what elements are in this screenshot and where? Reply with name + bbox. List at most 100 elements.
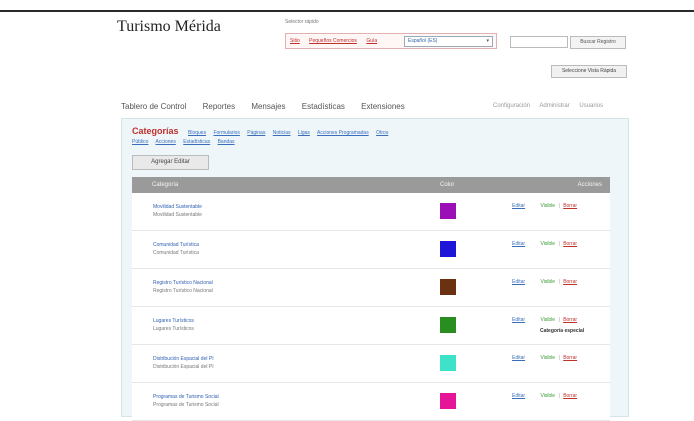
row-actions: Editar Visible | Borrar (512, 355, 577, 361)
edit-link[interactable]: Editar (512, 355, 525, 361)
category-name-link[interactable]: Movilidad Sustentable (153, 204, 202, 210)
color-swatch (440, 241, 456, 257)
category-description: Comunidad Turística (153, 250, 199, 256)
link-publico[interactable]: Público (132, 139, 148, 145)
chevron-down-icon: ▾ (486, 38, 489, 44)
language-select-value: Español (ES) (408, 38, 438, 44)
visible-toggle[interactable]: Visible (540, 279, 555, 285)
link-bloques[interactable]: Bloques (188, 130, 206, 136)
row-actions: Editar Visible | Borrar (512, 279, 577, 285)
table-row: Registro Turístico Nacional Registro Tur… (132, 269, 610, 307)
col-header-color: Color (440, 182, 455, 188)
table-row: Programas de Turismo Social Programas de… (132, 383, 610, 421)
category-description: Programas de Turismo Social (153, 402, 219, 408)
action-separator: | (558, 355, 560, 361)
category-description: Registro Turístico Nacional (153, 288, 213, 294)
link-paginas[interactable]: Páginas (247, 130, 265, 136)
link-guia[interactable]: Guía (366, 38, 377, 44)
category-name-link[interactable]: Lugares Turísticos (153, 318, 194, 324)
quick-view-button[interactable]: Seleccione Vista Rápida (551, 65, 627, 78)
nav-administrar[interactable]: Administrar (539, 103, 569, 109)
link-acciones-programadas[interactable]: Acciones Programadas (317, 130, 369, 136)
color-swatch (440, 317, 456, 333)
category-name-link[interactable]: Distribución Espacial del PI (153, 356, 214, 362)
link-ligas[interactable]: Ligas (298, 130, 310, 136)
table-row: Comunidad Turística Comunidad Turística … (132, 231, 610, 269)
edit-link[interactable]: Editar (512, 279, 525, 285)
visible-toggle[interactable]: Visible (540, 317, 555, 323)
edit-link[interactable]: Editar (512, 241, 525, 247)
categories-table-body: Movilidad Sustentable Movilidad Sustenta… (132, 193, 610, 421)
nav-configuracion[interactable]: Configuración (493, 103, 530, 109)
search-input[interactable] (510, 36, 568, 48)
color-swatch (440, 393, 456, 409)
panel-title: Categorías (132, 126, 179, 136)
edit-link[interactable]: Editar (512, 317, 525, 323)
action-separator: | (558, 241, 560, 247)
row-actions: Editar Visible | Borrar (512, 241, 577, 247)
delete-link[interactable]: Borrar (563, 241, 577, 247)
quick-selector-bar: Sitio Pequeños Comercios Guía Español (E… (285, 33, 497, 49)
action-separator: | (558, 317, 560, 323)
nav-item-extensiones[interactable]: Extensiones (361, 102, 405, 111)
link-sitio[interactable]: Sitio (290, 38, 300, 44)
visible-toggle[interactable]: Visible (540, 203, 555, 209)
delete-link[interactable]: Borrar (563, 317, 577, 323)
row-actions: Editar Visible | Borrar (512, 393, 577, 399)
delete-link[interactable]: Borrar (563, 393, 577, 399)
color-swatch (440, 279, 456, 295)
secondary-nav: Configuración Administrar Usuarios (493, 103, 611, 109)
link-formularios[interactable]: Formularios (213, 130, 239, 136)
category-name-link[interactable]: Registro Turístico Nacional (153, 280, 213, 286)
nav-item-mensajes[interactable]: Mensajes (251, 102, 285, 111)
top-divider (0, 10, 694, 12)
search-button[interactable]: Buscar Registro (570, 36, 626, 49)
delete-link[interactable]: Borrar (563, 355, 577, 361)
table-row: Distribución Espacial del PI Distribució… (132, 345, 610, 383)
quick-links: Sitio Pequeños Comercios Guía (290, 38, 385, 44)
visible-toggle[interactable]: Visible (540, 355, 555, 361)
color-swatch (440, 355, 456, 371)
nav-item-dashboard[interactable]: Tablero de Control (121, 102, 186, 111)
link-bandas[interactable]: Bandas (218, 139, 235, 145)
link-acciones[interactable]: Acciones (156, 139, 176, 145)
action-separator: | (558, 279, 560, 285)
category-description: Lugares Turísticos (153, 326, 194, 332)
color-swatch (440, 203, 456, 219)
table-header: Categoría Color Acciones (132, 177, 610, 193)
special-category-note: Categoría especial (540, 328, 585, 334)
nav-usuarios[interactable]: Usuarios (579, 103, 603, 109)
table-row: Movilidad Sustentable Movilidad Sustenta… (132, 193, 610, 231)
category-description: Distribución Espacial del PI (153, 364, 214, 370)
site-title: Turismo Mérida (117, 18, 221, 35)
link-pequenos-comercios[interactable]: Pequeños Comercios (309, 38, 357, 44)
category-description: Movilidad Sustentable (153, 212, 202, 218)
section-links-row1: Bloques Formularios Páginas Noticias Lig… (188, 129, 608, 137)
link-noticias[interactable]: Noticias (273, 130, 291, 136)
edit-link[interactable]: Editar (512, 203, 525, 209)
action-separator: | (558, 203, 560, 209)
visible-toggle[interactable]: Visible (540, 241, 555, 247)
visible-toggle[interactable]: Visible (540, 393, 555, 399)
col-header-acciones: Acciones (577, 182, 602, 188)
action-separator: | (558, 393, 560, 399)
nav-item-reportes[interactable]: Reportes (203, 102, 235, 111)
main-nav: Tablero de Control Reportes Mensajes Est… (121, 102, 419, 111)
link-otros[interactable]: Otros (376, 130, 388, 136)
edit-link[interactable]: Editar (512, 393, 525, 399)
section-links-row2: Público Acciones Estadísticas Bandas (132, 138, 552, 146)
col-header-categoria: Categoría (152, 182, 179, 188)
language-select[interactable]: Español (ES) ▾ (404, 36, 493, 47)
row-actions: Editar Visible | Borrar (512, 317, 577, 323)
row-actions: Editar Visible | Borrar (512, 203, 577, 209)
category-name-link[interactable]: Programas de Turismo Social (153, 394, 219, 400)
categories-panel: Categorías Bloques Formularios Páginas N… (121, 118, 629, 421)
delete-link[interactable]: Borrar (563, 203, 577, 209)
category-name-link[interactable]: Comunidad Turística (153, 242, 199, 248)
selector-label: Selector rápido (285, 19, 319, 25)
nav-item-estadisticas[interactable]: Estadísticas (302, 102, 345, 111)
link-estadisticas[interactable]: Estadísticas (183, 139, 210, 145)
delete-link[interactable]: Borrar (563, 279, 577, 285)
table-row: Lugares Turísticos Lugares Turísticos Ed… (132, 307, 610, 345)
add-category-button[interactable]: Agregar Editar (132, 155, 209, 170)
